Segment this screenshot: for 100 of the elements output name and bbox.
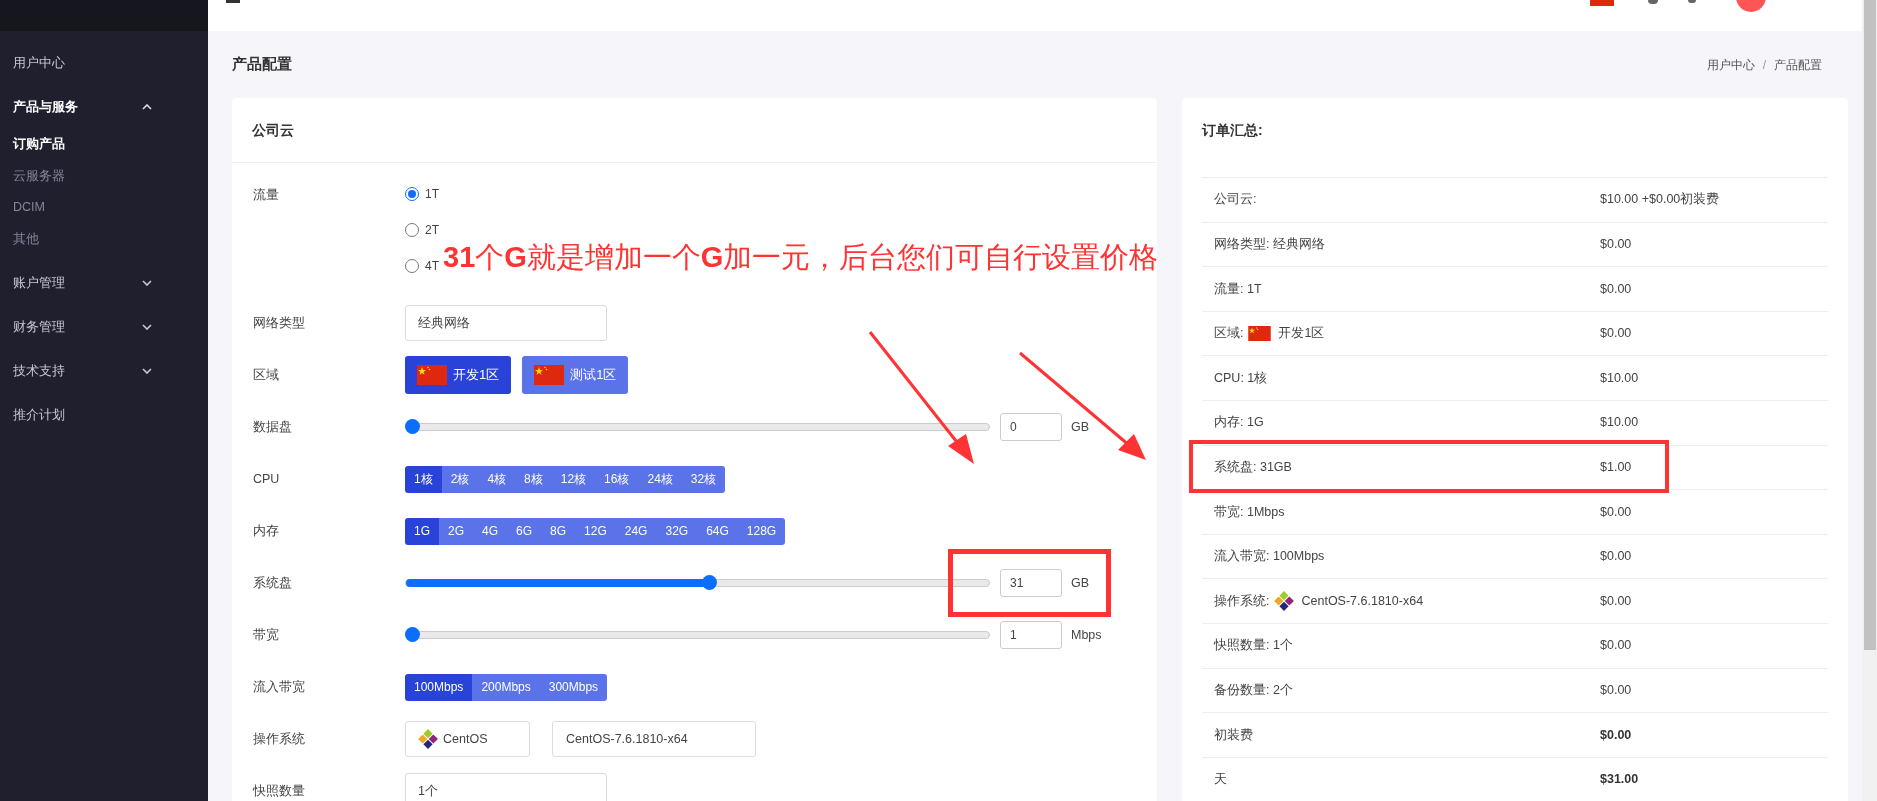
segment-button[interactable]: 64G (697, 517, 738, 545)
segment-button[interactable]: 128G (737, 517, 786, 545)
summary-price: $10.00 +$0.00初装费 (1600, 191, 1720, 209)
breadcrumb-link[interactable]: 产品配置 (1774, 55, 1822, 74)
card-title: 订单汇总: (1202, 122, 1263, 138)
segment-button[interactable]: 1核 (405, 465, 442, 493)
summary-price: $0.00 (1600, 325, 1632, 343)
summary-label: 内存: 1G (1214, 414, 1264, 432)
radio-label: 1T (425, 186, 439, 203)
summary-label: 操作系统: (1214, 592, 1270, 610)
segment-button[interactable]: 12G (575, 517, 616, 545)
segment-button[interactable]: 2核 (441, 465, 479, 493)
summary-label: 备份数量: 2个 (1214, 681, 1293, 699)
china-flag-icon (534, 365, 565, 385)
field-label: 区域 (253, 366, 280, 384)
summary-label: 流量: 1T (1214, 280, 1262, 298)
segment-button[interactable]: 32核 (681, 465, 726, 493)
sidebar-item[interactable]: 财务管理 (0, 305, 208, 349)
summary-value: 开发1区 (1278, 325, 1325, 343)
os-logo-icon (1274, 591, 1295, 612)
segment-button[interactable]: 2G (439, 517, 474, 545)
sidebar-item[interactable]: 推介计划 (0, 393, 208, 437)
segment-button[interactable]: 100Mbps (405, 673, 473, 701)
version-select[interactable]: CentOS-7.6.1810-x64 (552, 721, 756, 757)
card-title: 公司云 (252, 120, 294, 140)
unit-label: Mbps (1071, 626, 1102, 644)
slider-thumb[interactable] (702, 575, 718, 590)
sidebar-item[interactable]: 产品与服务 (0, 85, 208, 129)
segment-button[interactable]: 4G (473, 517, 508, 545)
segment-button[interactable]: 32G (656, 517, 698, 545)
china-flag-icon (1248, 326, 1272, 342)
segment-button[interactable]: 8核 (515, 465, 552, 493)
summary-label: 系统盘: 31GB (1214, 459, 1292, 476)
number-field[interactable]: 1 (1000, 621, 1062, 649)
summary-label: 快照数量: 1个 (1214, 637, 1293, 655)
summary-price: $0.00 (1600, 503, 1632, 521)
sidebar-item[interactable]: 技术支持 (0, 349, 208, 393)
summary-price: $0.00 (1600, 592, 1632, 610)
summary-price: $1.00 (1600, 459, 1632, 476)
summary-label: CPU: 1核 (1214, 369, 1268, 387)
sidebar-subitem[interactable]: 云服务器 (0, 160, 208, 192)
page-title: 产品配置 (232, 54, 292, 75)
sidebar-subitem[interactable]: DCIM (0, 192, 208, 224)
segment-button[interactable]: 300Mbps (539, 673, 608, 701)
segment-button[interactable]: 4核 (478, 465, 516, 493)
summary-label: 天 (1214, 771, 1227, 789)
field-label: 数据盘 (253, 418, 293, 436)
segment-button[interactable]: 24核 (638, 465, 682, 493)
chevron-down-icon (142, 324, 152, 330)
slider-thumb[interactable] (405, 419, 420, 434)
summary-price: $0.00 (1600, 280, 1632, 298)
region-button[interactable]: 开发1区 (405, 356, 512, 394)
input-field[interactable]: 1个 (405, 773, 607, 801)
unit-label: GB (1071, 574, 1090, 592)
os-logo-icon (418, 729, 438, 749)
summary-price: $0.00 (1600, 637, 1632, 655)
segment-button[interactable]: 16核 (595, 465, 639, 493)
slider-thumb[interactable] (405, 627, 420, 642)
radio-label: 2T (425, 222, 439, 239)
field-label: 快照数量 (253, 782, 306, 800)
field-label: 流入带宽 (253, 678, 306, 696)
summary-price: $0.00 (1600, 681, 1632, 699)
segment-button[interactable]: 6G (507, 517, 542, 545)
radio-label: 4T (425, 258, 439, 275)
os-select[interactable]: CentOS (405, 721, 530, 757)
summary-price: $31.00 (1600, 771, 1639, 789)
scrollbar[interactable] (1862, 0, 1877, 801)
segment-button[interactable]: 12核 (551, 465, 596, 493)
field-label: CPU (253, 470, 281, 488)
sidebar-subitem[interactable]: 订购产品 (0, 129, 208, 161)
chevron-up-icon (142, 104, 152, 110)
segment-button[interactable]: 24G (615, 517, 657, 545)
unit-label: GB (1071, 418, 1090, 436)
summary-label: 流入带宽: 100Mbps (1214, 548, 1325, 566)
summary-label: 公司云: (1214, 191, 1257, 209)
segment-button[interactable]: 1G (405, 517, 439, 545)
summary-label: 初装费 (1214, 726, 1253, 744)
number-field[interactable]: 0 (1000, 413, 1062, 441)
field-label: 网络类型 (253, 314, 306, 332)
breadcrumb-link[interactable]: 用户中心 (1706, 55, 1755, 74)
select-field[interactable]: 经典网络 (405, 305, 607, 341)
field-label: 内存 (253, 522, 280, 540)
field-label: 系统盘 (253, 574, 293, 592)
segment-button[interactable]: 8G (541, 517, 576, 545)
summary-label: 网络类型: 经典网络 (1214, 236, 1325, 253)
summary-label: 区域: (1214, 325, 1244, 343)
chevron-down-icon (142, 280, 152, 286)
sidebar-subitem[interactable]: 其他 (0, 223, 208, 255)
region-button[interactable]: 测试1区 (522, 356, 629, 394)
annotation-text: 31个G就是增加一个G加一元，后台您们可自行设置价格 (443, 240, 1159, 275)
summary-price: $0.00 (1600, 726, 1632, 744)
summary-price: $10.00 (1600, 369, 1639, 387)
summary-value: CentOS-7.6.1810-x64 (1301, 592, 1424, 610)
number-field[interactable]: 31 (1000, 569, 1062, 597)
segment-button[interactable]: 200Mbps (472, 673, 540, 701)
sidebar-item[interactable]: 账户管理 (0, 261, 208, 305)
sidebar-item[interactable]: 用户中心 (0, 41, 208, 85)
summary-price: $0.00 (1600, 236, 1632, 253)
breadcrumb-separator: / (1762, 56, 1766, 74)
summary-price: $0.00 (1600, 548, 1632, 566)
